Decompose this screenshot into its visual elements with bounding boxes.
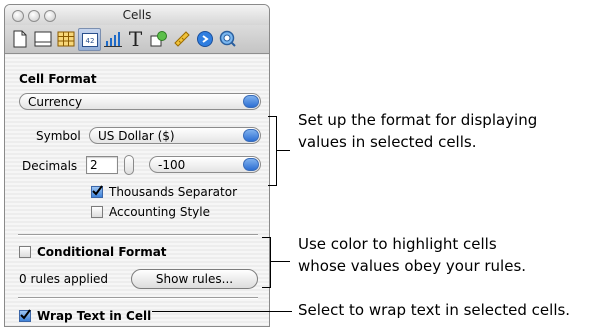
- section-divider: [18, 234, 258, 236]
- layout-icon[interactable]: [32, 28, 53, 49]
- conditional-callout-line-1: Use color to highlight cells: [298, 235, 497, 253]
- conditional-callout: Use color to highlight cells whose value…: [298, 233, 526, 277]
- wrap-callout: Select to wrap text in selected cells.: [298, 301, 571, 319]
- popup-arrows-icon: [243, 158, 259, 171]
- cells-inspector-window: Cells 42 T Cell Format Currency Symbol U…: [4, 4, 270, 327]
- graphic-icon[interactable]: [148, 28, 169, 49]
- quicktime-icon[interactable]: [217, 28, 238, 49]
- popup-arrows-icon: [243, 129, 259, 142]
- format-popup-value: Currency: [28, 95, 83, 109]
- rules-applied-text: 0 rules applied: [19, 272, 109, 286]
- window-title: Cells: [122, 8, 152, 22]
- hyperlink-icon[interactable]: [194, 28, 215, 49]
- show-rules-button[interactable]: Show rules...: [131, 269, 258, 289]
- popup-arrows-icon: [243, 95, 259, 108]
- symbol-label: Symbol: [36, 129, 81, 143]
- cell-format-heading: Cell Format: [19, 72, 97, 86]
- conditional-format-checkbox[interactable]: [19, 246, 31, 258]
- format-callout: Set up the format for displaying values …: [298, 109, 537, 153]
- svg-text:42: 42: [85, 37, 94, 45]
- symbol-popup[interactable]: US Dollar ($): [89, 127, 261, 144]
- conditional-callout-line-2: whose values obey your rules.: [298, 257, 527, 275]
- title-bar: Cells: [5, 5, 269, 25]
- chart-icon[interactable]: [102, 28, 123, 49]
- decimals-label: Decimals: [22, 159, 78, 173]
- thousands-separator-checkbox[interactable]: [91, 185, 103, 198]
- conditional-bracket: [262, 237, 271, 288]
- metrics-icon[interactable]: [171, 28, 192, 49]
- table-icon[interactable]: [55, 28, 76, 49]
- format-callout-line-2: values in selected cells.: [298, 133, 477, 151]
- conditional-leader-line: [270, 261, 290, 262]
- decimals-field[interactable]: 2: [86, 156, 118, 174]
- section-divider: [18, 297, 258, 299]
- accounting-style-checkbox[interactable]: [91, 206, 103, 218]
- inspector-toolbar: 42 T: [5, 25, 269, 54]
- wrap-text-checkbox[interactable]: [19, 309, 31, 322]
- thousands-separator-label: Thousands Separator: [109, 185, 238, 199]
- format-popup[interactable]: Currency: [19, 93, 261, 110]
- format-leader-line: [276, 150, 290, 151]
- cells-icon[interactable]: 42: [78, 28, 101, 51]
- document-icon[interactable]: [9, 28, 30, 49]
- symbol-popup-value: US Dollar ($): [98, 129, 175, 143]
- decimals-stepper[interactable]: [124, 155, 134, 175]
- text-icon[interactable]: T: [125, 27, 146, 51]
- conditional-format-label: Conditional Format: [37, 245, 167, 259]
- wrap-text-label: Wrap Text in Cell: [37, 309, 152, 323]
- negative-format-value: -100: [158, 158, 186, 172]
- format-callout-line-1: Set up the format for displaying: [298, 111, 538, 129]
- format-bracket: [268, 116, 277, 186]
- negative-format-popup[interactable]: -100: [149, 156, 261, 173]
- wrap-leader-line: [152, 311, 292, 312]
- accounting-style-label: Accounting Style: [109, 205, 210, 219]
